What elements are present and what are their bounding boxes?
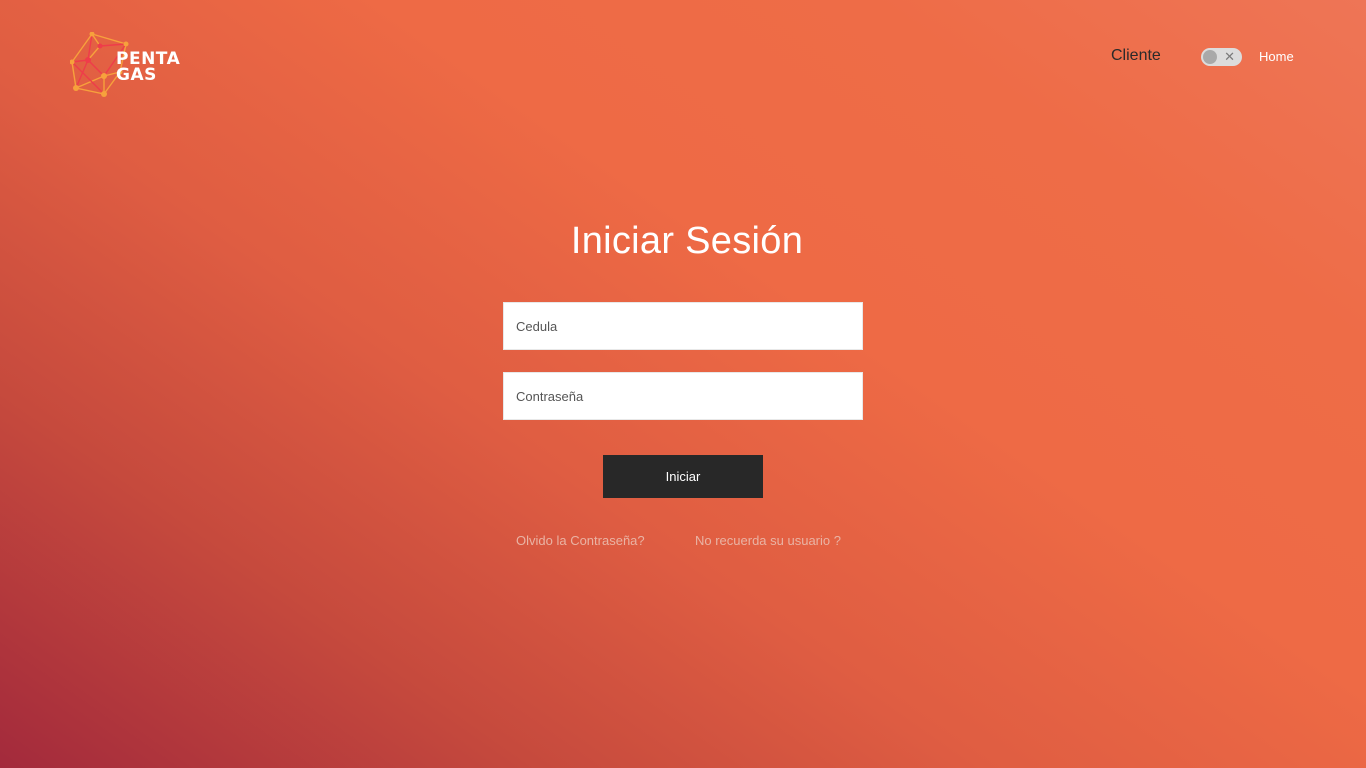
forgot-username-link[interactable]: No recuerda su usuario ? (695, 533, 841, 548)
nav-link-home[interactable]: Home (1259, 49, 1294, 64)
toggle-knob (1203, 50, 1217, 64)
nav-link-cliente[interactable]: Cliente (1111, 47, 1161, 65)
password-input[interactable] (503, 372, 863, 420)
mode-toggle[interactable]: ✕ (1201, 48, 1242, 66)
page-title: Iniciar Sesión (570, 220, 804, 262)
login-button[interactable]: Iniciar (603, 455, 763, 498)
brand-logo[interactable]: PENTA GAS (70, 32, 195, 102)
brand-line-2: GAS (116, 65, 157, 85)
brand-name: PENTA GAS (116, 51, 180, 85)
forgot-password-link[interactable]: Olvido la Contraseña? (516, 533, 645, 548)
close-x-icon: ✕ (1224, 49, 1235, 64)
cedula-input[interactable] (503, 302, 863, 350)
